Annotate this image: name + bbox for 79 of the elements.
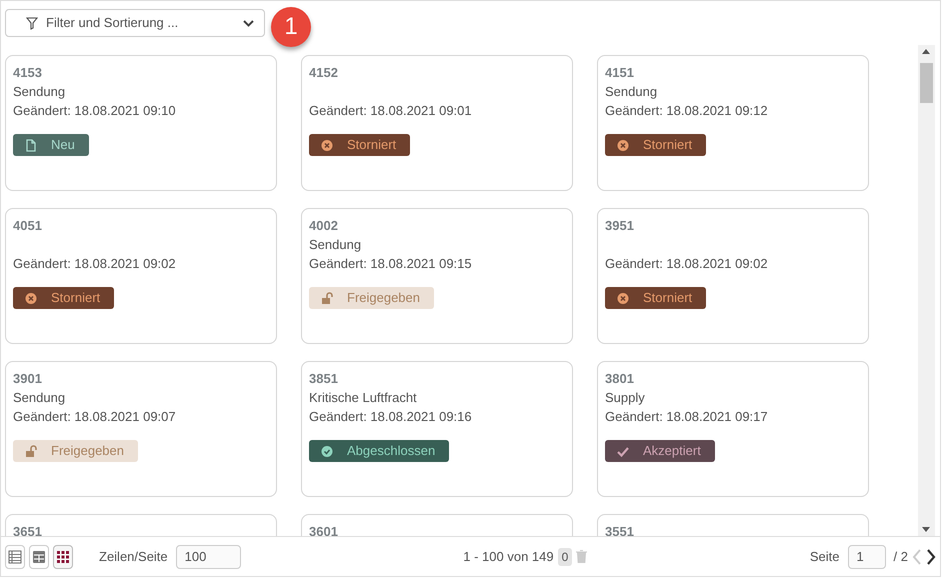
checkmark-icon <box>617 444 629 458</box>
record-number: 3601 <box>309 523 339 536</box>
record-type: Kritische Luftfracht <box>309 389 418 407</box>
table-view-icon <box>32 550 46 564</box>
scrollbar[interactable] <box>918 45 935 536</box>
record-type: Sendung <box>13 83 66 101</box>
status-tag: Neu <box>13 134 89 156</box>
record-type: Sendung <box>309 236 362 254</box>
check-circle-icon <box>321 444 333 458</box>
status-tag: Freigegeben <box>309 287 434 309</box>
record-card[interactable]: 4153 Sendung Geändert: 18.08.2021 09:10 Neu <box>5 55 277 191</box>
list-view-icon <box>8 550 22 564</box>
record-number: 3801 <box>605 370 635 388</box>
status-tag: Storniert <box>605 287 706 309</box>
record-number: 3651 <box>13 523 43 536</box>
x-circle-icon <box>25 292 37 304</box>
record-card[interactable]: 3601 <box>301 514 573 536</box>
record-number: 3551 <box>605 523 635 536</box>
page-number-field[interactable]: 1 <box>848 544 886 568</box>
record-type: Supply <box>605 389 646 407</box>
record-number: 3951 <box>605 217 635 235</box>
page-total: / 2 <box>894 548 908 566</box>
status-tag: Storniert <box>309 134 410 156</box>
record-card[interactable]: 3851 Kritische Luftfracht Geändert: 18.08.2021 09:16 Abgeschlossen <box>301 361 573 497</box>
filter-icon <box>26 16 38 30</box>
chevron-down-icon <box>243 20 254 26</box>
unlocked-padlock-icon <box>321 292 333 304</box>
x-circle-icon <box>321 138 333 152</box>
record-card[interactable]: 3951 Geändert: 18.08.2021 09:02 Storniert <box>597 208 869 344</box>
record-range: 1 - 100 von 149 <box>463 548 554 566</box>
selected-count: 0 <box>558 548 572 566</box>
next-page-icon[interactable] <box>926 548 936 564</box>
grid-view-icon <box>56 550 70 564</box>
changed-date: Geändert: 18.08.2021 09:02 <box>13 255 177 273</box>
record-card[interactable]: 4151 Sendung Geändert: 18.08.2021 09:12 Storniert <box>597 55 869 191</box>
record-type: Sendung <box>605 83 658 101</box>
x-circle-icon <box>617 138 629 152</box>
x-circle-icon <box>617 292 629 304</box>
scroll-up-arrow-icon[interactable] <box>922 49 930 54</box>
record-number: 3901 <box>13 370 43 388</box>
filter-dropdown[interactable]: Filter und Sortierung ... <box>5 9 265 37</box>
page-label: Seite <box>810 548 840 566</box>
view-mode-button[interactable] <box>5 544 25 568</box>
changed-date: Geändert: 18.08.2021 09:10 <box>13 102 177 120</box>
record-type: Sendung <box>13 389 66 407</box>
changed-date: Geändert: 18.08.2021 09:07 <box>13 408 177 426</box>
record-card[interactable]: 3901 Sendung Geändert: 18.08.2021 09:07 Freigegeben <box>5 361 277 497</box>
record-card[interactable]: 4002 Sendung Geändert: 18.08.2021 09:15 Freigegeben <box>301 208 573 344</box>
changed-date: Geändert: 18.08.2021 09:16 <box>309 408 473 426</box>
changed-date: Geändert: 18.08.2021 09:12 <box>605 102 769 120</box>
rows-per-page-field[interactable]: 100 <box>176 544 241 568</box>
record-number: 4152 <box>309 64 339 82</box>
record-number: 4151 <box>605 64 635 82</box>
unlocked-padlock-icon <box>25 444 37 458</box>
status-tag: Akzeptiert <box>605 440 715 462</box>
record-card[interactable]: 3801 Supply Geändert: 18.08.2021 09:17 Akzeptiert <box>597 361 869 497</box>
changed-date: Geändert: 18.08.2021 09:15 <box>309 255 473 273</box>
status-tag: Freigegeben <box>13 440 138 462</box>
document-icon <box>25 138 37 152</box>
record-card[interactable]: 4152 Geändert: 18.08.2021 09:01 Storniert <box>301 55 573 191</box>
status-tag: Storniert <box>605 134 706 156</box>
record-card[interactable]: 3551 <box>597 514 869 536</box>
rows-per-page-label: Zeilen/Seite <box>99 548 168 566</box>
scrollbar-thumb[interactable] <box>920 63 933 103</box>
status-tag: Storniert <box>13 287 114 309</box>
record-number: 3851 <box>309 370 339 388</box>
changed-date: Geändert: 18.08.2021 09:17 <box>605 408 769 426</box>
record-number: 4002 <box>309 217 339 235</box>
status-tag: Abgeschlossen <box>309 440 450 462</box>
changed-date: Geändert: 18.08.2021 09:01 <box>309 102 473 120</box>
record-card[interactable]: 3651 <box>5 514 277 536</box>
record-number: 4153 <box>13 64 43 82</box>
changed-date: Geändert: 18.08.2021 09:02 <box>605 255 769 273</box>
count-badge: 1 <box>271 7 311 47</box>
view-mode-button[interactable] <box>53 544 73 568</box>
scroll-down-arrow-icon[interactable] <box>922 527 930 532</box>
view-mode-button[interactable] <box>29 544 49 568</box>
record-card[interactable]: 4051 Geändert: 18.08.2021 09:02 Storniert <box>5 208 277 344</box>
record-number: 4051 <box>13 217 43 235</box>
